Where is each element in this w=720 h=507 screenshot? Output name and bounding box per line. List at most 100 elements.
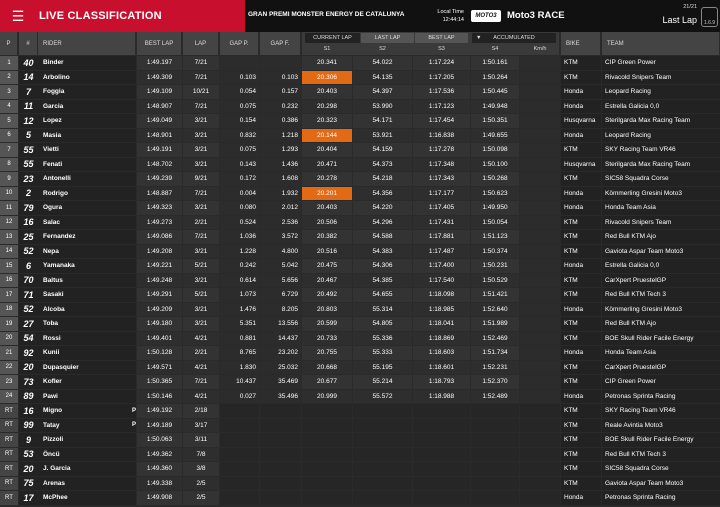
col-pos[interactable]: P — [0, 32, 18, 55]
col-team[interactable]: TEAM — [602, 32, 720, 55]
lap-cell: 2/5 — [183, 476, 219, 490]
lap-cell: 3/21 — [183, 273, 219, 287]
speed-cell — [520, 273, 560, 287]
speed-cell — [520, 201, 560, 215]
pit-flag-cell — [132, 99, 136, 113]
table-row[interactable]: 5 12 Lopez 1:49.049 3/21 0.154 0.386 20.323 54.1… — [0, 114, 720, 129]
team-cell: CarXpert PruestelGP — [602, 360, 720, 374]
table-row[interactable]: 15 6 Yamanaka 1:49.221 5/21 0.242 5.042 20.475 5… — [0, 259, 720, 274]
speed-cell — [520, 114, 560, 128]
gap-first-cell — [260, 56, 301, 70]
gap-prev-cell: 0.524 — [220, 215, 259, 229]
gap-first-cell: 8.205 — [260, 302, 301, 316]
tab-last-lap[interactable]: LAST LAP — [361, 33, 414, 43]
table-row[interactable]: 16 70 Baltus 1:49.248 3/21 0.614 5.656 20.467 54… — [0, 273, 720, 289]
lap-cell: 5/21 — [183, 288, 219, 302]
col-gap-first[interactable]: GAP F. — [260, 32, 301, 55]
table-row[interactable]: 4 11 Garcia 1:48.907 7/21 0.075 0.232 20.298 53.… — [0, 99, 720, 115]
best-lap-cell: 1:49.180 — [137, 317, 182, 331]
gap-prev-cell: 0.103 — [220, 70, 259, 84]
table-row[interactable]: 8 55 Fenati 1:48.702 3/21 0.143 1.436 20.471 54.… — [0, 157, 720, 173]
table-row[interactable]: 14 52 Nepa 1:49.208 3/21 1.228 4.800 20.516 54.3… — [0, 244, 720, 260]
col-bike[interactable]: BIKE — [561, 32, 601, 55]
tab-best-lap[interactable]: BEST LAP — [415, 33, 468, 43]
rider-number-cell: 54 — [19, 331, 38, 345]
position-cell: 16 — [0, 273, 18, 287]
position-cell: RT — [0, 404, 18, 418]
table-row[interactable]: 20 54 Rossi 1:49.401 4/21 0.881 14.437 20.733 55… — [0, 331, 720, 347]
gap-prev-cell — [220, 56, 259, 70]
position-cell: 13 — [0, 230, 18, 244]
pit-flag-cell — [132, 128, 136, 142]
position-cell: 23 — [0, 375, 18, 389]
rider-name-cell: Öncü — [38, 447, 132, 461]
table-row[interactable]: 1 40 Binder 1:49.197 7/21 20.341 54.022 1:17.22… — [0, 56, 720, 71]
bike-cell: Honda — [561, 99, 601, 113]
position-cell: 9 — [0, 172, 18, 186]
table-row[interactable]: 21 92 Kunii 1:50.128 2/21 8.765 23.202 20.755 55… — [0, 346, 720, 361]
table-row[interactable]: 9 23 Antonelli 1:49.239 9/21 0.172 1.608 20.278… — [0, 172, 720, 187]
table-row[interactable]: 11 79 Ogura 1:49.323 3/21 0.080 2.012 20.403 54.… — [0, 201, 720, 216]
table-row[interactable]: RT 99 Tatay P 1:49.189 3/17 KTM Reale Avintia M… — [0, 418, 720, 434]
table-row[interactable]: 10 2 Rodrigo 1:48.887 7/21 0.004 1.932 20.201 54… — [0, 186, 720, 202]
table-row[interactable]: RT 20 J. Garcia 1:49.360 3/8 KTM SIC58 Squadra… — [0, 462, 720, 477]
table-row[interactable]: 23 73 Kofler 1:50.365 7/21 10.437 35.469 20.677… — [0, 375, 720, 390]
table-row[interactable]: 7 55 Vietti 1:49.191 3/21 0.075 1.293 20.404 54.… — [0, 143, 720, 158]
race-name: Moto3 RACE — [507, 10, 565, 21]
best-lap-cell: 1:50.365 — [137, 375, 182, 389]
local-time-label: Local Time — [437, 9, 464, 15]
col-rider[interactable]: RIDER — [38, 32, 136, 55]
rider-name-cell: Binder — [38, 56, 132, 70]
table-row[interactable]: 17 71 Sasaki 1:49.291 5/21 1.073 6.729 20.492 54… — [0, 288, 720, 303]
table-row[interactable]: 12 16 Salac 1:49.273 2/21 0.524 2.536 20.506 54.… — [0, 215, 720, 231]
speed-cell — [520, 433, 560, 447]
sector-2-cell: 54.373 — [353, 157, 412, 171]
sector-2-cell: 54.218 — [353, 172, 412, 186]
col-lap[interactable]: LAP — [183, 32, 219, 55]
sector-2-cell — [353, 447, 412, 461]
table-row[interactable]: RT 17 McPhee 1:49.908 2/5 Honda Petronas Sprin… — [0, 491, 720, 506]
table-row[interactable]: 22 20 Dupasquier 1:49.571 4/21 1.830 25.032 20.… — [0, 360, 720, 376]
table-row[interactable]: 19 27 Toba 1:49.180 3/21 5.351 13.556 20.599 54.… — [0, 317, 720, 332]
version-badge[interactable]: 1.6.9 — [701, 7, 718, 27]
col-best-lap[interactable]: BEST LAP — [137, 32, 182, 55]
best-lap-cell: 1:49.401 — [137, 331, 182, 345]
table-row[interactable]: RT 9 Pizzoli 1:50.063 3/11 KTM BOE Skull Rider… — [0, 433, 720, 448]
rider-number-cell: 70 — [19, 273, 38, 287]
col-gap-prev[interactable]: GAP P. — [220, 32, 259, 55]
table-row[interactable]: 13 25 Fernandez 1:49.086 7/21 1.036 3.572 20.38… — [0, 230, 720, 245]
menu-icon[interactable]: ☰ — [7, 5, 29, 27]
rider-number-cell: 71 — [19, 288, 38, 302]
col-num[interactable]: # — [19, 32, 38, 55]
gap-first-cell — [260, 404, 301, 418]
sector-3-cell: 1:17.487 — [413, 244, 470, 258]
table-row[interactable]: 3 7 Foggia 1:49.109 10/21 0.054 0.157 20.403 54.… — [0, 85, 720, 100]
sector-1-cell — [302, 462, 352, 476]
table-row[interactable]: RT 75 Arenas 1:49.338 2/5 KTM Gaviota Aspar Te… — [0, 476, 720, 492]
gap-first-cell: 23.202 — [260, 346, 301, 360]
table-row[interactable]: 18 52 Alcoba 1:49.209 3/21 1.476 8.205 20.803 55… — [0, 302, 720, 318]
table-row[interactable]: RT 16 Migno P 1:49.192 2/18 KTM SKY Racing Team… — [0, 404, 720, 419]
table-row[interactable]: 2 14 Arbolino 1:49.309 7/21 0.103 0.103 20.306 5… — [0, 70, 720, 86]
gap-prev-cell: 0.075 — [220, 99, 259, 113]
table-row[interactable]: 24 89 Pawi 1:50.146 4/21 0.027 35.496 20.999 55.… — [0, 389, 720, 405]
position-cell: 20 — [0, 331, 18, 345]
bike-cell: KTM — [561, 375, 601, 389]
sector-4-cell: 1:50.100 — [471, 157, 519, 171]
rider-number-cell: 20 — [19, 462, 38, 476]
col-s1: S1 — [323, 46, 331, 52]
best-lap-cell: 1:49.208 — [137, 244, 182, 258]
table-row[interactable]: 6 5 Masia 1:48.901 3/21 0.832 1.218 20.144 53.92… — [0, 128, 720, 144]
sector-2-cell: 55.314 — [353, 302, 412, 316]
team-cell: Red Bull KTM Tech 3 — [602, 288, 720, 302]
accumulated-select[interactable]: ▼ ACCUMULATED ▼ — [472, 33, 556, 43]
table-row[interactable]: RT 53 Öncü 1:49.362 7/8 KTM Red Bull KTM Tech … — [0, 447, 720, 463]
rider-number-cell: 6 — [19, 259, 38, 273]
team-cell: Kömmerling Gresini Moto3 — [602, 302, 720, 316]
gap-first-cell: 0.232 — [260, 99, 301, 113]
speed-cell — [520, 491, 560, 505]
sector-4-cell: 1:50.374 — [471, 244, 519, 258]
tab-current-lap[interactable]: CURRENT LAP — [305, 33, 360, 43]
lap-cell: 3/17 — [183, 418, 219, 432]
team-cell: BOE Skull Rider Facile Energy — [602, 433, 720, 447]
